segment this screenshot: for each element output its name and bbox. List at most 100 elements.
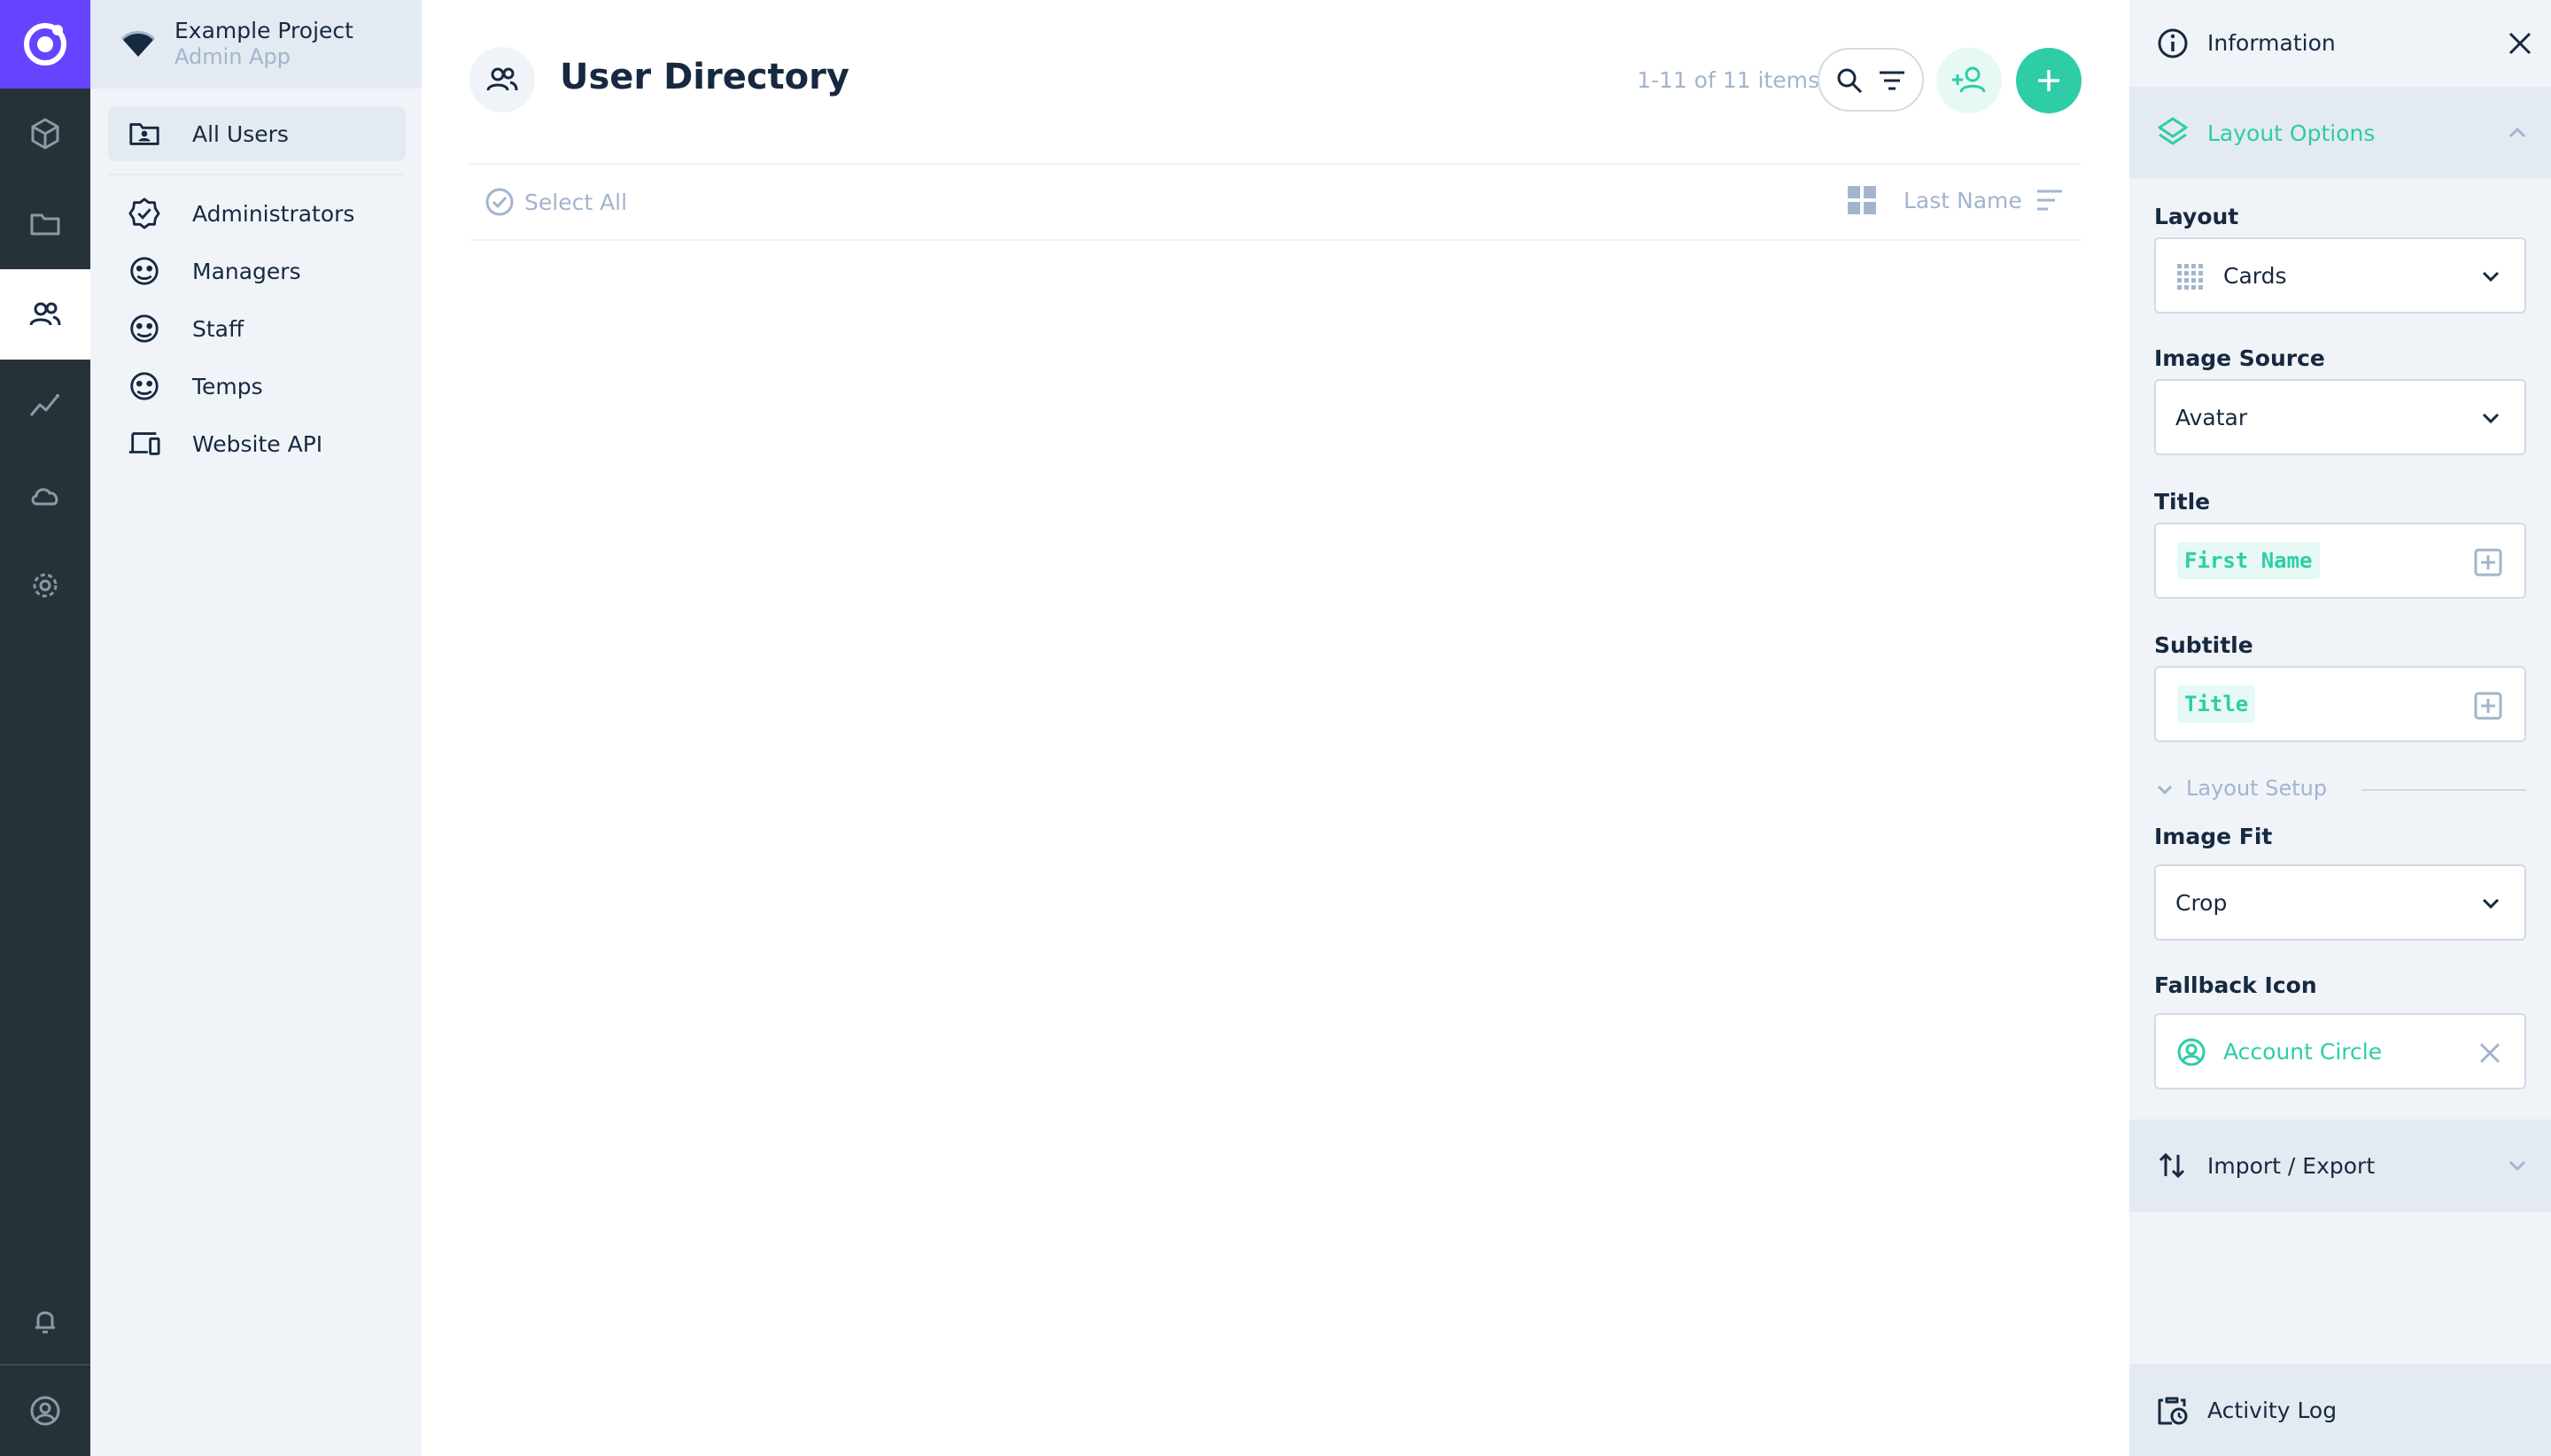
fallback-icon-value: Account Circle [2223, 1039, 2383, 1065]
rail-settings-button[interactable] [0, 540, 90, 631]
cloud-icon [31, 488, 58, 506]
sort-icon[interactable] [2034, 184, 2066, 216]
users-icon [29, 302, 61, 326]
chevron-down-icon [2508, 1160, 2526, 1172]
nav-item-label: Temps [192, 373, 263, 399]
layout-options-title: Layout Options [2207, 120, 2376, 146]
close-icon[interactable] [2477, 1040, 2503, 1066]
rail-insights-button[interactable] [0, 360, 90, 450]
nav-item-label: Administrators [192, 200, 355, 227]
layers-icon [2158, 117, 2188, 145]
folder-icon [30, 213, 60, 236]
layout-value: Cards [2223, 263, 2287, 289]
search-icon[interactable] [1834, 65, 1865, 97]
item-count: 1-11 of 11 items [1637, 67, 1819, 93]
account-circle-icon [2177, 1038, 2206, 1066]
chevron-down-icon [2482, 271, 2500, 283]
select-all-control[interactable]: Select All [484, 186, 627, 218]
devices-icon [128, 432, 160, 455]
image-source-select[interactable]: Avatar [2154, 379, 2526, 455]
nav-item-administrators[interactable]: Administrators [108, 186, 406, 241]
chevron-down-icon [2157, 785, 2173, 795]
folder-account-icon [129, 123, 159, 145]
nav-item-website-api[interactable]: Website API [108, 416, 406, 471]
nav-item-managers[interactable]: Managers [108, 244, 406, 298]
add-box-icon[interactable] [2473, 547, 2503, 577]
project-name: Example Project [174, 18, 353, 43]
rail-notifications-button[interactable] [0, 1275, 90, 1366]
gear-icon [33, 573, 58, 598]
fallback-icon-field[interactable]: Account Circle [2154, 1013, 2526, 1089]
bell-icon [35, 1311, 55, 1334]
plus-icon [2038, 70, 2059, 91]
create-item-button[interactable] [2016, 48, 2082, 113]
nav-item-label: Staff [192, 315, 244, 342]
layout-setup-divider[interactable]: Layout Setup [2154, 776, 2526, 802]
fallback-icon-label: Fallback Icon [2154, 972, 2317, 998]
nav-item-all-users[interactable]: All Users [108, 106, 406, 161]
swap-vertical-icon [2159, 1152, 2185, 1179]
insights-icon [29, 394, 59, 416]
invite-user-button[interactable] [1936, 48, 2002, 113]
nav-item-temps[interactable]: Temps [108, 359, 406, 414]
chevron-down-icon [2482, 413, 2500, 424]
image-fit-select[interactable]: Crop [2154, 864, 2526, 941]
layout-setup-label: Layout Setup [2186, 776, 2328, 801]
account-circle-icon [30, 1396, 60, 1426]
rail-content-button[interactable] [0, 89, 90, 179]
users-icon [486, 67, 518, 91]
layout-options-header[interactable]: Layout Options [2129, 87, 2551, 179]
app-logo[interactable] [0, 0, 90, 89]
import-export-title: Import / Export [2207, 1153, 2376, 1179]
nav-divider [108, 174, 406, 175]
activity-log-label: Activity Log [2207, 1398, 2338, 1423]
chevron-up-icon [2508, 127, 2526, 138]
module-rail [0, 0, 90, 1456]
layout-select[interactable]: Cards [2154, 237, 2526, 314]
rail-files-button[interactable] [0, 179, 90, 269]
main-content: User Directory 1-11 of 11 items Select A… [422, 0, 2129, 1456]
page-title: User Directory [560, 57, 849, 97]
title-label: Title [2154, 489, 2211, 515]
toolbar-divider [469, 239, 2082, 241]
filter-icon[interactable] [1876, 65, 1908, 97]
select-all-label: Select All [524, 189, 628, 215]
nav-item-label: Website API [192, 430, 323, 457]
image-source-label: Image Source [2154, 345, 2325, 371]
subtitle-template-field[interactable]: Title [2154, 666, 2526, 742]
activity-log-button[interactable]: Activity Log [2129, 1364, 2551, 1456]
nav-item-label: Managers [192, 258, 301, 284]
rail-account-button[interactable] [0, 1366, 90, 1456]
cube-icon [31, 118, 59, 150]
person-add-icon [1952, 66, 1986, 93]
rail-users-button[interactable] [0, 269, 90, 360]
navigation-panel: Example Project Admin App All Users Admi… [90, 0, 422, 1456]
chevron-down-icon [2482, 898, 2500, 910]
face-icon [130, 257, 159, 285]
verified-icon [128, 197, 160, 229]
add-box-icon[interactable] [2473, 691, 2503, 721]
import-export-header[interactable]: Import / Export [2129, 1119, 2551, 1212]
info-sidebar: Information Layout Options Layout Cards … [2129, 0, 2551, 1456]
toolbar-divider [469, 163, 2082, 165]
information-title: Information [2207, 30, 2336, 56]
information-header[interactable]: Information [2129, 0, 2551, 87]
image-source-value: Avatar [2175, 405, 2248, 430]
face-icon [130, 314, 159, 343]
face-icon [130, 372, 159, 400]
nav-item-label: All Users [192, 120, 289, 147]
grid-dots-icon [2177, 264, 2203, 290]
rail-cloud-button[interactable] [0, 450, 90, 540]
project-header[interactable]: Example Project Admin App [90, 0, 422, 89]
nav-item-staff[interactable]: Staff [108, 301, 406, 356]
page-icon [469, 47, 535, 112]
title-template-field[interactable]: First Name [2154, 523, 2526, 599]
grid-view-icon[interactable] [1846, 184, 1878, 216]
sort-field-label[interactable]: Last Name [1904, 188, 2022, 213]
close-icon[interactable] [2505, 28, 2535, 58]
image-fit-label: Image Fit [2154, 824, 2273, 849]
clipboard-clock-icon [2158, 1397, 2188, 1425]
search-filter-control[interactable] [1818, 48, 1924, 112]
layout-label: Layout [2154, 204, 2239, 229]
subtitle-label: Subtitle [2154, 632, 2253, 658]
